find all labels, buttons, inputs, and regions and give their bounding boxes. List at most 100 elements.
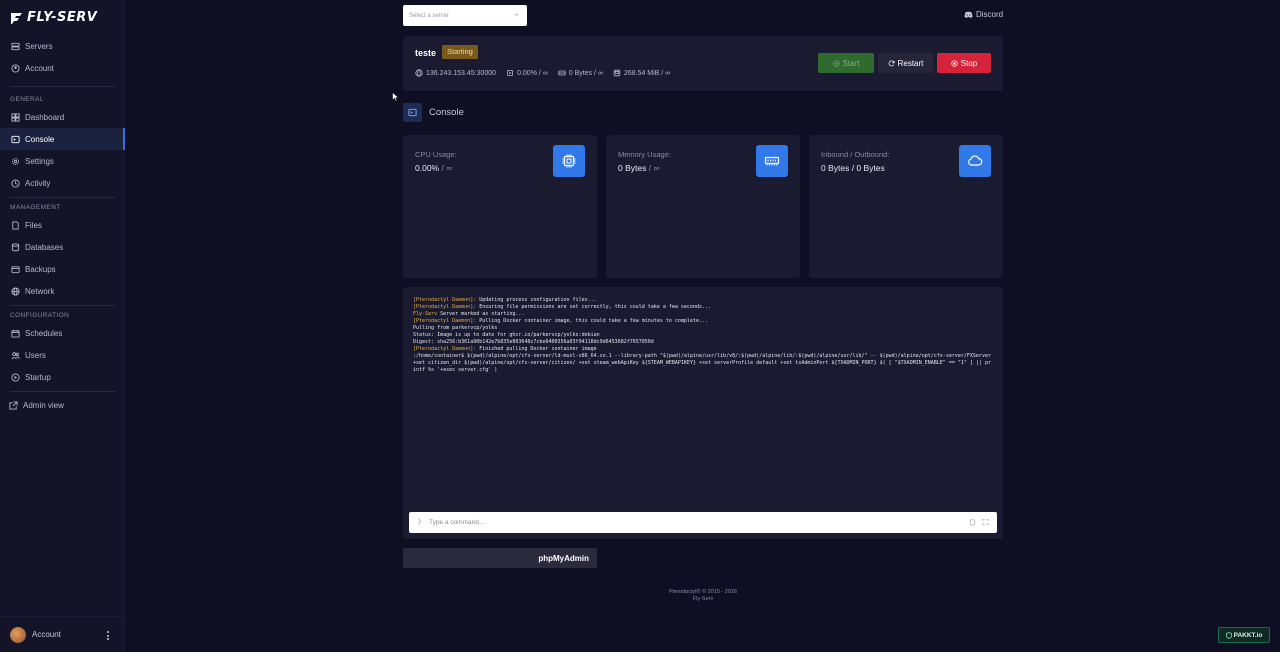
terminal-line-text: :/home/container$ $(pwd)/alpine/opt/cfx-… bbox=[413, 353, 994, 373]
terminal-output: [Pterodactyl Daemon]: Updating process c… bbox=[413, 297, 993, 374]
terminal-line-tag: [Pterodactyl Daemon]: bbox=[413, 297, 477, 303]
calendar-icon bbox=[11, 329, 20, 338]
cpu-icon bbox=[507, 70, 513, 76]
metric-number: 0 Bytes bbox=[618, 163, 647, 173]
avatar bbox=[10, 626, 26, 643]
console-title: Console bbox=[429, 107, 464, 118]
more-options-icon[interactable] bbox=[107, 631, 110, 642]
metric-number: 0 Bytes / 0 Bytes bbox=[821, 163, 885, 173]
stop-icon bbox=[951, 59, 958, 67]
section-label-general: GENERAL bbox=[10, 96, 44, 103]
discord-link[interactable]: Discord bbox=[964, 10, 1003, 19]
server-select[interactable]: Select a server bbox=[403, 5, 527, 26]
server-header-card: teste Starting 136.243.153.45:30000 0.00… bbox=[403, 36, 1003, 91]
terminal-line-text: Pulling from parkervcp/yolks bbox=[413, 325, 498, 331]
sidebar-item-label: Databases bbox=[25, 242, 64, 252]
sidebar-item-settings[interactable]: Settings bbox=[0, 150, 125, 172]
logo-icon bbox=[11, 12, 22, 24]
brand-name: FLY-SERV bbox=[27, 10, 98, 25]
sidebar-item-dashboard[interactable]: Dashboard bbox=[0, 106, 125, 128]
sidebar-item-users[interactable]: Users bbox=[0, 344, 125, 366]
terminal-line-text: Status: Image is up to date for ghcr.io/… bbox=[413, 332, 600, 338]
user-circle-icon bbox=[11, 63, 20, 73]
sidebar-item-label: Dashboard bbox=[25, 112, 65, 122]
pakkt-badge[interactable]: PAKKT.io bbox=[1218, 627, 1270, 643]
network-icon bbox=[11, 286, 20, 296]
metric-value: 0.00% / ∞ bbox=[415, 163, 452, 173]
terminal-line: [Pterodactyl Daemon]: Updating process c… bbox=[413, 297, 993, 304]
mouse-cursor-icon bbox=[392, 92, 399, 102]
network-usage-card: Inbound / Outbound: 0 Bytes / 0 Bytes bbox=[809, 135, 1003, 278]
terminal-line: Fly-Serv Server marked as starting... bbox=[413, 311, 993, 318]
sidebar-item-servers[interactable]: Servers bbox=[0, 35, 125, 57]
terminal-line: [Pterodactyl Daemon]: Finished pulling D… bbox=[413, 346, 993, 353]
command-input[interactable]: ❯ Type a command... bbox=[409, 512, 997, 533]
sidebar-item-admin-view[interactable]: Admin view bbox=[0, 394, 125, 416]
sidebar-item-label: Backups bbox=[25, 264, 56, 274]
sidebar-item-startup[interactable]: Startup bbox=[0, 366, 125, 388]
server-cpu-value: 0.00% / ∞ bbox=[517, 69, 548, 77]
gear-icon bbox=[12, 157, 19, 165]
terminal-line-tag: [Pterodactyl Daemon]: bbox=[413, 346, 477, 352]
sidebar-item-label: Activity bbox=[25, 178, 51, 188]
phpmyadmin-button[interactable]: phpMyAdmin bbox=[403, 548, 597, 568]
sidebar-item-files[interactable]: Files bbox=[0, 214, 125, 236]
server-memory-value: 268.54 MiB / ∞ bbox=[623, 69, 671, 77]
sidebar-divider bbox=[10, 197, 115, 198]
sidebar-divider bbox=[10, 305, 115, 306]
terminal-line: [Pterodactyl Daemon]: Pulling Docker con… bbox=[413, 318, 993, 325]
server-address[interactable]: 136.243.153.45:30000 bbox=[415, 69, 496, 77]
sidebar-item-account[interactable]: Account bbox=[0, 57, 125, 79]
metric-number: 0.00% bbox=[415, 163, 440, 173]
terminal-tools bbox=[969, 518, 989, 526]
sidebar-item-label: Account bbox=[25, 63, 54, 73]
metric-label: Memory Usage: bbox=[618, 150, 671, 159]
metric-unit: / ∞ bbox=[439, 163, 453, 173]
play-icon bbox=[11, 372, 20, 382]
server-cpu: 0.00% / ∞ bbox=[506, 69, 548, 77]
discord-icon bbox=[964, 11, 973, 18]
start-label: Start bbox=[842, 58, 860, 68]
brand-logo[interactable]: FLY-SERV bbox=[10, 10, 97, 25]
copy-icon[interactable] bbox=[969, 518, 976, 526]
sidebar-item-network[interactable]: Network bbox=[0, 280, 125, 302]
shield-icon bbox=[1225, 631, 1232, 639]
chevron-down-icon bbox=[514, 13, 519, 16]
restart-button[interactable]: Restart bbox=[878, 53, 933, 73]
account-menu[interactable]: Account bbox=[0, 616, 125, 652]
terminal-line-tag: [Pterodactyl Daemon]: bbox=[413, 318, 477, 324]
sidebar-item-activity[interactable]: Activity bbox=[0, 172, 125, 194]
server-stats: 136.243.153.45:30000 0.00% / ∞ 0 Bytes /… bbox=[415, 69, 670, 77]
terminal-line-text: Ensuring file permissions are set correc… bbox=[476, 304, 712, 310]
pakkt-label: PAKKT.io bbox=[1233, 631, 1263, 639]
memory-usage-card: Memory Usage: 0 Bytes / ∞ bbox=[606, 135, 800, 278]
prompt-icon: ❯ bbox=[417, 519, 423, 525]
sidebar-item-console[interactable]: Console bbox=[0, 128, 125, 150]
server-disk: 0 Bytes / ∞ bbox=[558, 69, 603, 77]
cpu-icon bbox=[553, 145, 585, 177]
sidebar-item-label: Admin view bbox=[23, 400, 64, 410]
sidebar-item-label: Network bbox=[25, 286, 55, 296]
sidebar-item-label: Settings bbox=[25, 156, 54, 166]
stop-button[interactable]: Stop bbox=[937, 53, 991, 73]
footer: Pterodactyl® © 2015 - 2026 Fly-Serv bbox=[603, 589, 803, 603]
sidebar-item-databases[interactable]: Databases bbox=[0, 236, 125, 258]
sidebar-item-label: Users bbox=[25, 350, 46, 360]
cpu-usage-card: CPU Usage: 0.00% / ∞ bbox=[403, 135, 597, 278]
sidebar-item-label: Servers bbox=[25, 41, 53, 51]
expand-icon[interactable] bbox=[982, 518, 989, 526]
metric-label: Inbound / Outbound: bbox=[821, 150, 890, 159]
terminal-line: Status: Image is up to date for ghcr.io/… bbox=[413, 332, 993, 339]
sidebar-item-backups[interactable]: Backups bbox=[0, 258, 125, 280]
sidebar-item-schedules[interactable]: Schedules bbox=[0, 322, 125, 344]
terminal-line-text: Digest: sha256:b361a90b142e7b835e803648c… bbox=[413, 339, 654, 345]
terminal-line-text: Server marked as starting... bbox=[437, 311, 525, 317]
console-terminal[interactable]: [Pterodactyl Daemon]: Updating process c… bbox=[403, 287, 1003, 539]
server-memory: 268.54 MiB / ∞ bbox=[613, 69, 670, 77]
start-button[interactable]: Start bbox=[818, 53, 874, 73]
terminal-line-tag: Fly-Serv bbox=[413, 311, 438, 317]
sidebar-item-label: Startup bbox=[25, 372, 51, 382]
external-link-icon bbox=[9, 400, 18, 410]
file-icon bbox=[12, 220, 19, 230]
server-icon bbox=[11, 42, 20, 50]
